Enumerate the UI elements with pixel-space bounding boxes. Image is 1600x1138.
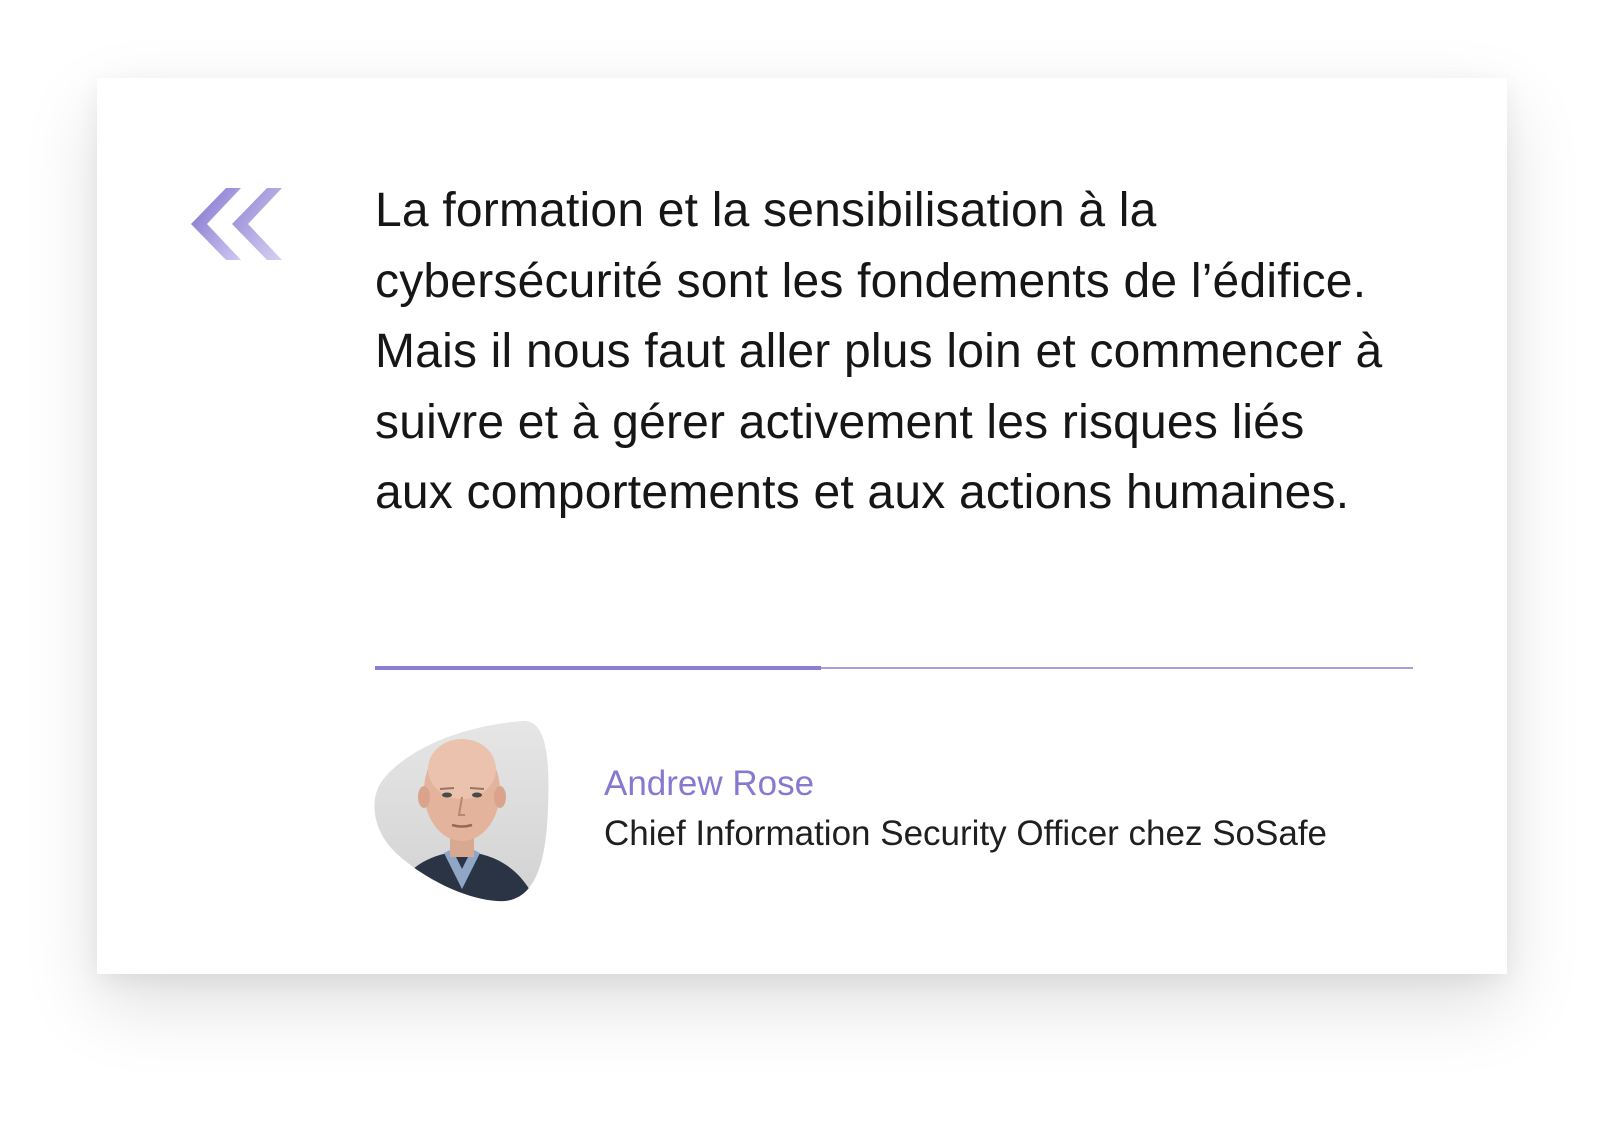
author-avatar [374,720,549,902]
divider-progress [375,666,822,670]
author-title: Chief Information Security Officer chez … [604,814,1328,853]
author-name: Andrew Rose [604,764,815,803]
quote-card: La formation et la sensibilisation à la … [97,78,1507,974]
quote-divider [375,666,1413,670]
quote-text: La formation et la sensibilisation à la … [375,184,1383,519]
quote-mark-icon [191,188,282,260]
